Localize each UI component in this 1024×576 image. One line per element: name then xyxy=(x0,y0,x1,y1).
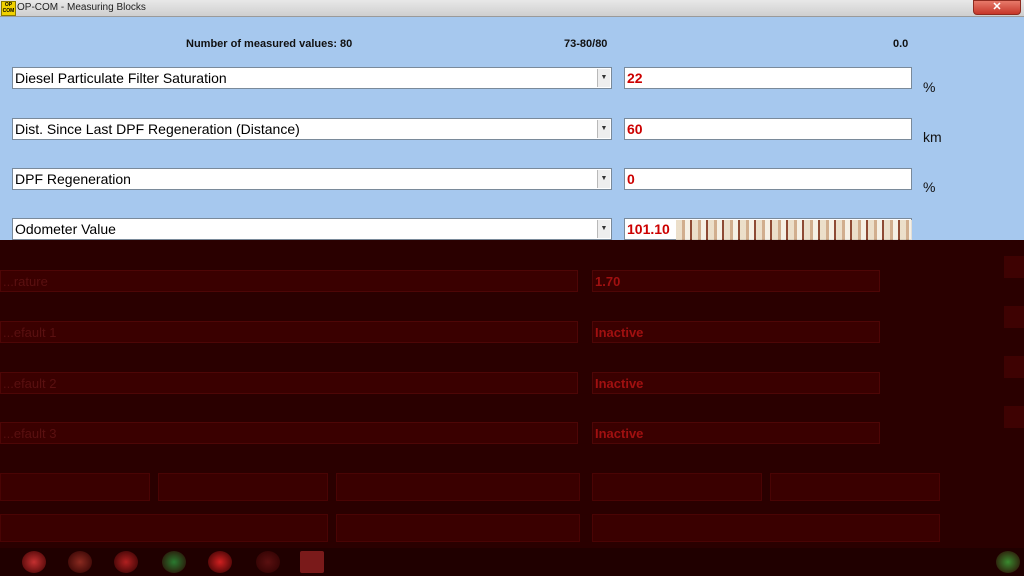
dim-value-field-8: Inactive xyxy=(592,422,880,444)
value-text: 1.70 xyxy=(595,274,621,289)
title-bar: OP COM OP-COM - Measuring Blocks ✕ xyxy=(0,0,1024,17)
parameter-select-3[interactable]: DPF Regeneration ▼ xyxy=(12,168,612,190)
taskbar-app-icon[interactable] xyxy=(208,551,232,573)
chevron-down-icon[interactable]: ▼ xyxy=(597,69,610,87)
block-range: 73-80/80 xyxy=(564,38,608,50)
dim-button[interactable] xyxy=(336,514,580,542)
dim-parameter-select-5[interactable]: ...rature xyxy=(0,270,578,292)
value-field-3: 0 xyxy=(624,168,912,190)
taskbar xyxy=(0,548,1024,576)
value-field-2: 60 xyxy=(624,118,912,140)
parameter-select-1[interactable]: Diesel Particulate Filter Saturation ▼ xyxy=(12,67,612,89)
dim-button[interactable] xyxy=(0,473,150,501)
taskbar-app-icon[interactable] xyxy=(114,551,138,573)
taskbar-app-icon[interactable] xyxy=(162,551,186,573)
taskbar-app-icon[interactable] xyxy=(300,551,324,573)
value-text: 101.10 xyxy=(627,221,670,237)
dim-button[interactable] xyxy=(0,514,328,542)
value-text: 22 xyxy=(627,70,643,86)
close-icon: ✕ xyxy=(992,1,1002,13)
dim-parameter-select-8[interactable]: ...efault 3 xyxy=(0,422,578,444)
parameter-label: ...efault 2 xyxy=(3,376,57,391)
side-tab[interactable] xyxy=(1004,356,1024,378)
dim-button[interactable] xyxy=(592,473,762,501)
side-tab[interactable] xyxy=(1004,256,1024,278)
measuring-blocks-panel: Number of measured values: 80 73-80/80 0… xyxy=(0,17,1024,240)
parameter-label: ...rature xyxy=(3,274,48,289)
unit-label: % xyxy=(923,179,936,195)
parameter-select-4[interactable]: Odometer Value ▼ xyxy=(12,218,612,240)
value-text: Inactive xyxy=(595,376,644,391)
dim-value-field-6: Inactive xyxy=(592,321,880,343)
tray-icon[interactable] xyxy=(996,551,1020,573)
window-title: OP-COM - Measuring Blocks xyxy=(17,2,146,13)
value-text: Inactive xyxy=(595,426,644,441)
dim-button[interactable] xyxy=(336,473,580,501)
dim-button[interactable] xyxy=(770,473,940,501)
side-tab[interactable] xyxy=(1004,306,1024,328)
parameter-label: ...efault 3 xyxy=(3,426,57,441)
value-text: 0 xyxy=(627,171,635,187)
value-text: 60 xyxy=(627,121,643,137)
dim-value-field-5: 1.70 xyxy=(592,270,880,292)
dim-value-field-7: Inactive xyxy=(592,372,880,394)
value-text: Inactive xyxy=(595,325,644,340)
measured-values-count: Number of measured values: 80 xyxy=(186,38,353,50)
unit-label: % xyxy=(923,79,936,95)
dim-parameter-select-6[interactable]: ...efault 1 xyxy=(0,321,578,343)
parameter-label: Odometer Value xyxy=(15,221,116,237)
taskbar-app-icon[interactable] xyxy=(68,551,92,573)
parameter-select-2[interactable]: Dist. Since Last DPF Regeneration (Dista… xyxy=(12,118,612,140)
chevron-down-icon[interactable]: ▼ xyxy=(597,120,610,138)
chevron-down-icon[interactable]: ▼ xyxy=(597,170,610,188)
taskbar-app-icon[interactable] xyxy=(256,551,280,573)
parameter-label: DPF Regeneration xyxy=(15,171,131,187)
unit-label: km xyxy=(923,129,942,145)
app-icon: OP COM xyxy=(1,1,16,16)
parameter-label: Diesel Particulate Filter Saturation xyxy=(15,70,227,86)
render-artifact xyxy=(676,220,912,240)
dim-parameter-select-7[interactable]: ...efault 2 xyxy=(0,372,578,394)
dim-button[interactable] xyxy=(592,514,940,542)
parameter-label: ...efault 1 xyxy=(3,325,57,340)
dim-button[interactable] xyxy=(158,473,328,501)
elapsed-time: 0.0 xyxy=(893,38,909,50)
parameter-label: Dist. Since Last DPF Regeneration (Dista… xyxy=(15,121,300,137)
chevron-down-icon[interactable]: ▼ xyxy=(597,220,610,238)
taskbar-app-icon[interactable] xyxy=(22,551,46,573)
side-tab[interactable] xyxy=(1004,406,1024,428)
close-button[interactable]: ✕ xyxy=(973,0,1021,15)
value-field-1: 22 xyxy=(624,67,912,89)
